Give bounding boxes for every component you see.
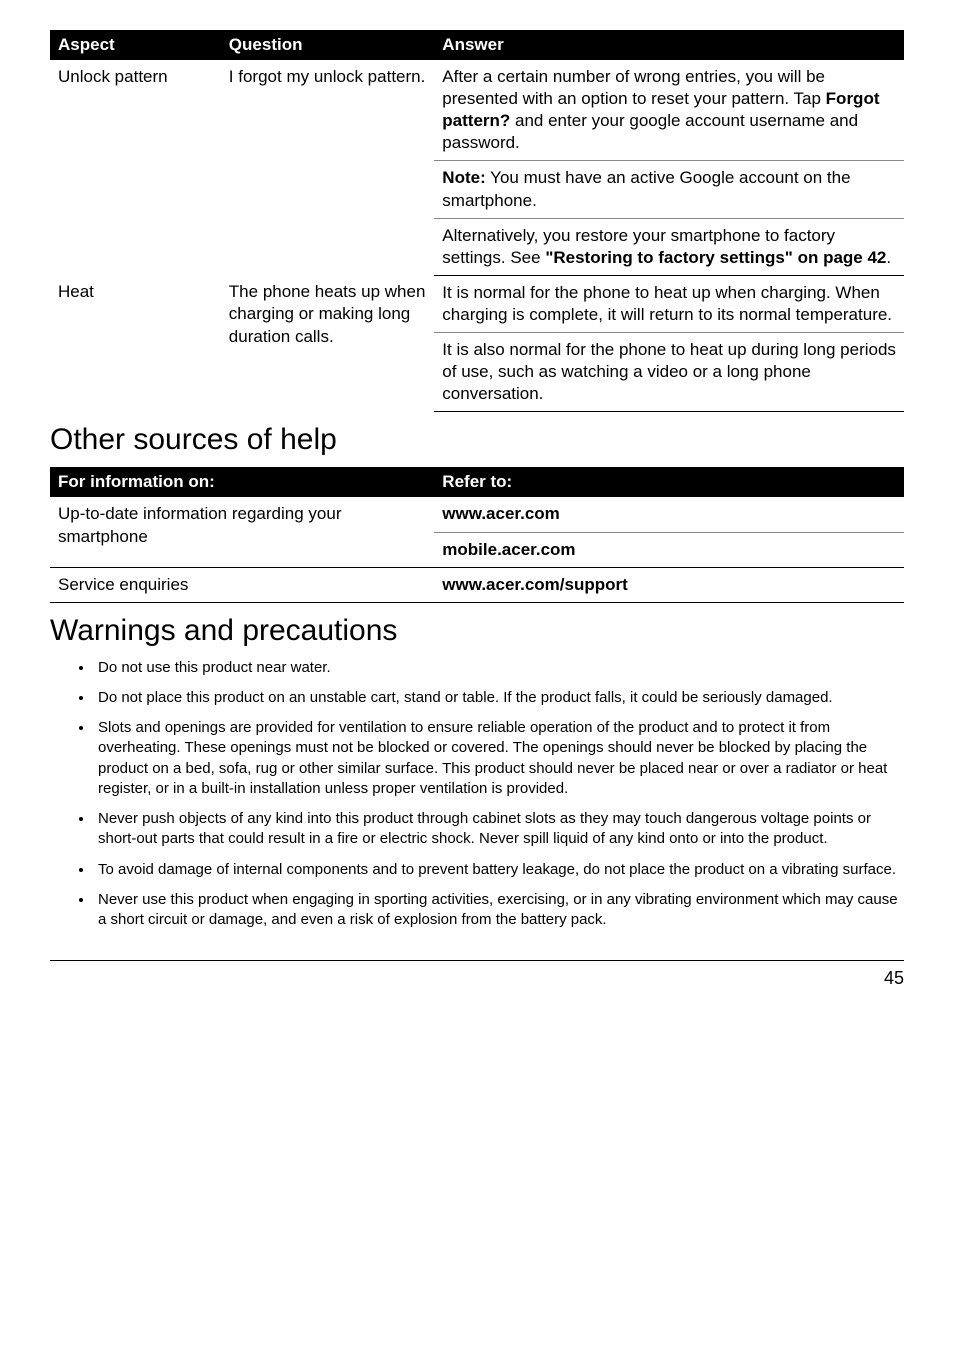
- header-info: For information on:: [50, 467, 434, 497]
- list-item: Slots and openings are provided for vent…: [94, 718, 904, 799]
- refer-cell: www.acer.com/support: [434, 567, 904, 602]
- info-cell: Service enquiries: [50, 567, 434, 602]
- header-aspect: Aspect: [50, 30, 221, 60]
- list-item: Never push objects of any kind into this…: [94, 809, 904, 850]
- answer-text-post: You must have an active Google account o…: [442, 168, 850, 209]
- refer-cell: mobile.acer.com: [434, 532, 904, 567]
- answer-text-pre: After a certain number of wrong entries,…: [442, 67, 825, 108]
- warning-list: Do not use this product near water. Do n…: [50, 658, 904, 931]
- answer-cell: Note: You must have an active Google acc…: [434, 161, 904, 218]
- answer-text-pre: It is normal for the phone to heat up wh…: [442, 283, 892, 324]
- answer-cell: After a certain number of wrong entries,…: [434, 60, 904, 161]
- help-table: For information on: Refer to: Up-to-date…: [50, 467, 904, 602]
- header-refer: Refer to:: [434, 467, 904, 497]
- list-item: Do not use this product near water.: [94, 658, 904, 678]
- faq-table-header-row: Aspect Question Answer: [50, 30, 904, 60]
- table-row: Heat The phone heats up when charging or…: [50, 275, 904, 332]
- faq-table: Aspect Question Answer Unlock pattern I …: [50, 30, 904, 412]
- answer-text-bold: Note:: [442, 168, 485, 187]
- aspect-cell: Heat: [50, 275, 221, 411]
- section-title-warnings: Warnings and precautions: [50, 611, 904, 650]
- answer-cell: It is normal for the phone to heat up wh…: [434, 275, 904, 332]
- answer-text-bold: "Restoring to factory settings" on page …: [545, 248, 886, 267]
- answer-cell: It is also normal for the phone to heat …: [434, 333, 904, 412]
- header-question: Question: [221, 30, 435, 60]
- table-row: Unlock pattern I forgot my unlock patter…: [50, 60, 904, 161]
- section-title-help: Other sources of help: [50, 420, 904, 459]
- header-answer: Answer: [434, 30, 904, 60]
- list-item: Never use this product when engaging in …: [94, 890, 904, 931]
- refer-cell: www.acer.com: [434, 497, 904, 532]
- answer-text-pre: It is also normal for the phone to heat …: [442, 340, 896, 403]
- answer-cell: Alternatively, you restore your smartpho…: [434, 218, 904, 275]
- page-number: 45: [50, 960, 904, 990]
- table-row: Up-to-date information regarding your sm…: [50, 497, 904, 532]
- table-row: Service enquiries www.acer.com/support: [50, 567, 904, 602]
- aspect-cell: Unlock pattern: [50, 60, 221, 275]
- list-item: To avoid damage of internal components a…: [94, 860, 904, 880]
- list-item: Do not place this product on an unstable…: [94, 688, 904, 708]
- question-cell: I forgot my unlock pattern.: [221, 60, 435, 275]
- help-table-header-row: For information on: Refer to:: [50, 467, 904, 497]
- info-cell: Up-to-date information regarding your sm…: [50, 497, 434, 567]
- question-cell: The phone heats up when charging or maki…: [221, 275, 435, 411]
- answer-text-post: .: [886, 248, 891, 267]
